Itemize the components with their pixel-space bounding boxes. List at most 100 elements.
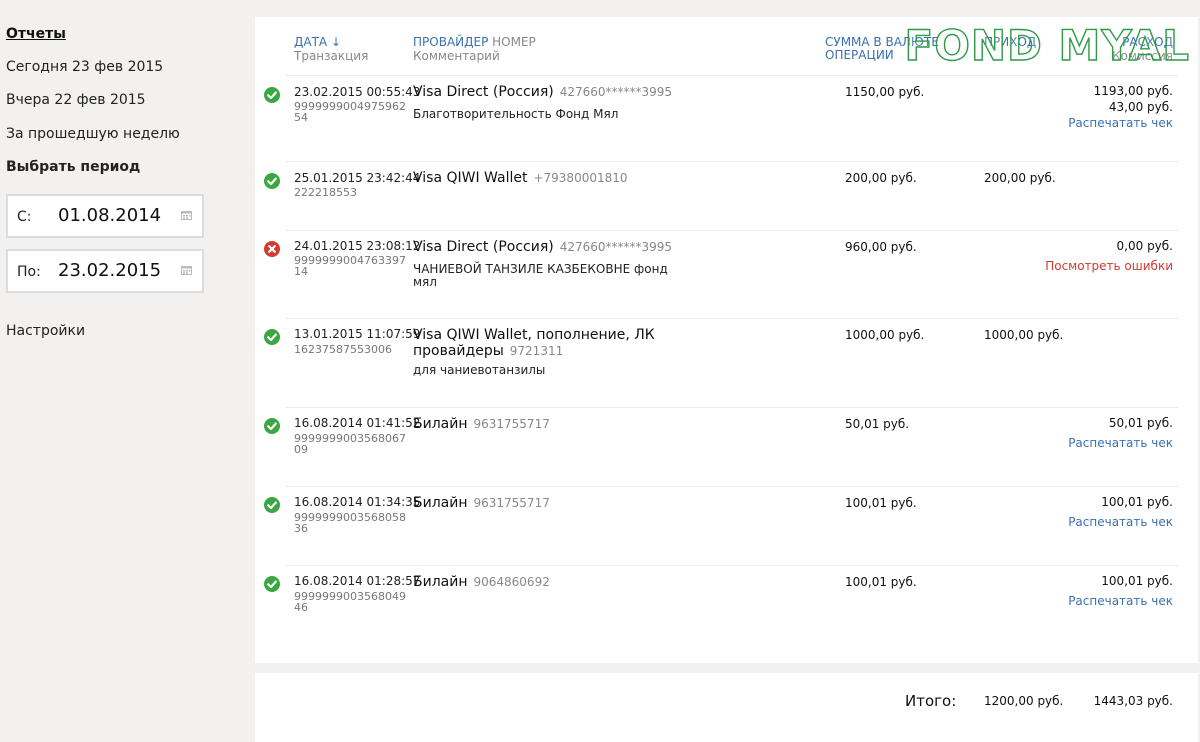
row-date: 24.01.2015 23:08:12: [294, 239, 421, 253]
row-provider: Билайн 9064860692: [413, 574, 673, 590]
row-expense: 1193,00 руб.: [1093, 84, 1173, 98]
row-expense: 100,01 руб.: [1101, 495, 1173, 509]
row-transaction-id: 999999900476339714: [294, 254, 406, 278]
row-date: 16.08.2014 01:34:35: [294, 495, 421, 509]
row-provider-name: Билайн: [413, 495, 468, 511]
print-receipt-link[interactable]: Распечатать чек: [1068, 435, 1173, 451]
row-expense-block: 50,01 руб. Распечатать чек: [1068, 415, 1173, 451]
row-transaction-id: 999999900356805836: [294, 511, 406, 535]
nav-reports[interactable]: Отчеты: [6, 26, 66, 42]
watermark-logo: FOND MYAL: [904, 20, 1190, 70]
error-cross-icon: [264, 241, 280, 257]
row-commission: 43,00 руб.: [1108, 100, 1173, 114]
row-date: 13.01.2015 11:07:59: [294, 327, 421, 341]
table-row[interactable]: 24.01.2015 23:08:12 999999900476339714 V…: [255, 230, 1198, 318]
table-row[interactable]: 23.02.2015 00:55:43 999999900497596254 V…: [255, 75, 1198, 161]
row-provider-name: Visa Direct (Россия): [413, 239, 554, 255]
print-receipt-link[interactable]: Распечатать чек: [1068, 593, 1173, 609]
nav-settings[interactable]: Настройки: [6, 323, 85, 339]
row-provider-name: Билайн: [413, 416, 468, 432]
row-number: 9631755717: [473, 417, 550, 431]
row-amount: 50,01 руб.: [845, 417, 910, 431]
row-number: 9064860692: [473, 575, 550, 589]
row-number: 427660******3995: [559, 85, 673, 99]
row-expense-block: 0,00 руб. Посмотреть ошибки: [1045, 238, 1173, 274]
view-errors-link[interactable]: Посмотреть ошибки: [1045, 258, 1173, 274]
row-number: 427660******3995: [559, 240, 673, 254]
row-provider: Билайн 9631755717: [413, 416, 673, 432]
row-provider: Билайн 9631755717: [413, 495, 673, 511]
success-check-icon: [264, 329, 280, 345]
row-amount: 100,01 руб.: [845, 575, 917, 589]
table-row[interactable]: 16.08.2014 01:34:35 999999900356805836 Б…: [255, 486, 1198, 565]
row-comment: Благотворительность Фонд Мял: [413, 107, 619, 121]
header-date[interactable]: ДАТА ↓ Транзакция: [294, 36, 368, 63]
row-expense-block: 100,01 руб. Распечатать чек: [1068, 573, 1173, 609]
calendar-icon[interactable]: [181, 265, 192, 275]
row-transaction-id: 222218553: [294, 186, 357, 199]
totals-expense: 1443,03 руб.: [1093, 694, 1173, 708]
row-expense: 100,01 руб.: [1101, 574, 1173, 588]
nav-choose-period[interactable]: Выбрать период: [6, 159, 140, 175]
success-check-icon: [264, 576, 280, 592]
table-row[interactable]: 13.01.2015 11:07:59 16237587553006 Visa …: [255, 318, 1198, 407]
table-row[interactable]: 16.08.2014 01:41:52 999999900356806709 Б…: [255, 407, 1198, 486]
row-date: 16.08.2014 01:41:52: [294, 416, 421, 430]
row-date: 23.02.2015 00:55:43: [294, 85, 421, 99]
header-amount-line2: ОПЕРАЦИИ: [825, 48, 894, 62]
date-to-value[interactable]: 23.02.2015: [58, 260, 161, 281]
row-transaction-id: 999999900497596254: [294, 100, 406, 124]
totals-bar: Итого: 1200,00 руб. 1443,03 руб.: [255, 673, 1198, 742]
row-expense: 0,00 руб.: [1116, 239, 1173, 253]
date-from-label: С:: [17, 209, 32, 225]
header-transaction: Транзакция: [294, 49, 369, 63]
row-number: 9631755717: [473, 496, 550, 510]
row-transaction-id: 16237587553006: [294, 343, 392, 356]
table-row[interactable]: 25.01.2015 23:42:44 222218553 Visa QIWI …: [255, 161, 1198, 230]
table-row[interactable]: 16.08.2014 01:28:57 999999900356804946 Б…: [255, 565, 1198, 645]
row-date: 25.01.2015 23:42:44: [294, 171, 421, 185]
sort-date-link[interactable]: ДАТА ↓: [294, 35, 341, 49]
success-check-icon: [264, 173, 280, 189]
row-amount: 200,00 руб.: [845, 171, 917, 185]
nav-yesterday[interactable]: Вчера 22 фев 2015: [6, 92, 146, 108]
row-transaction-id: 999999900356804946: [294, 590, 406, 614]
row-comment: для чаниевотанзилы: [413, 363, 546, 377]
header-provider: ПРОВАЙДЕР НОМЕР Комментарий: [413, 36, 536, 63]
row-amount: 100,01 руб.: [845, 496, 917, 510]
row-expense-block: 100,01 руб. Распечатать чек: [1068, 494, 1173, 530]
date-to-label: По:: [17, 264, 41, 280]
row-provider: Visa Direct (Россия) 427660******3995: [413, 84, 673, 100]
date-from-value[interactable]: 01.08.2014: [58, 205, 161, 226]
row-provider: Visa QIWI Wallet, пополнение, ЛК провайд…: [413, 327, 673, 359]
row-income: 200,00 руб.: [984, 171, 1056, 185]
calendar-icon[interactable]: [181, 210, 192, 220]
header-number: НОМЕР: [492, 35, 536, 49]
row-income: 1000,00 руб.: [984, 328, 1064, 342]
row-provider: Visa Direct (Россия) 427660******3995: [413, 239, 673, 255]
print-receipt-link[interactable]: Распечатать чек: [1068, 115, 1173, 131]
success-check-icon: [264, 497, 280, 513]
row-expense: 50,01 руб.: [1108, 416, 1173, 430]
header-comment: Комментарий: [413, 49, 500, 63]
nav-last-week[interactable]: За прошедшую неделю: [6, 126, 180, 142]
sort-provider-link[interactable]: ПРОВАЙДЕР: [413, 35, 488, 49]
row-provider-name: Visa QIWI Wallet: [413, 170, 528, 186]
sidebar: Отчеты Сегодня 23 фев 2015 Вчера 22 фев …: [0, 0, 240, 742]
success-check-icon: [264, 87, 280, 103]
row-expense-block: 1193,00 руб. 43,00 руб. Распечатать чек: [1068, 83, 1173, 131]
date-from-field[interactable]: С: 01.08.2014: [6, 194, 204, 238]
row-amount: 1150,00 руб.: [845, 85, 925, 99]
row-provider-name: Билайн: [413, 574, 468, 590]
row-comment: ЧАНИЕВОЙ ТАНЗИЛЕ КАЗБЕКОВНЕ фонд мял: [413, 262, 668, 289]
totals-income: 1200,00 руб.: [984, 694, 1064, 708]
row-amount: 960,00 руб.: [845, 240, 917, 254]
row-amount: 1000,00 руб.: [845, 328, 925, 342]
date-to-field[interactable]: По: 23.02.2015: [6, 249, 204, 293]
row-provider: Visa QIWI Wallet +79380001810: [413, 170, 673, 186]
row-date: 16.08.2014 01:28:57: [294, 574, 421, 588]
row-number: +79380001810: [533, 171, 628, 185]
print-receipt-link[interactable]: Распечатать чек: [1068, 514, 1173, 530]
nav-today[interactable]: Сегодня 23 фев 2015: [6, 59, 163, 75]
row-transaction-id: 999999900356806709: [294, 432, 406, 456]
